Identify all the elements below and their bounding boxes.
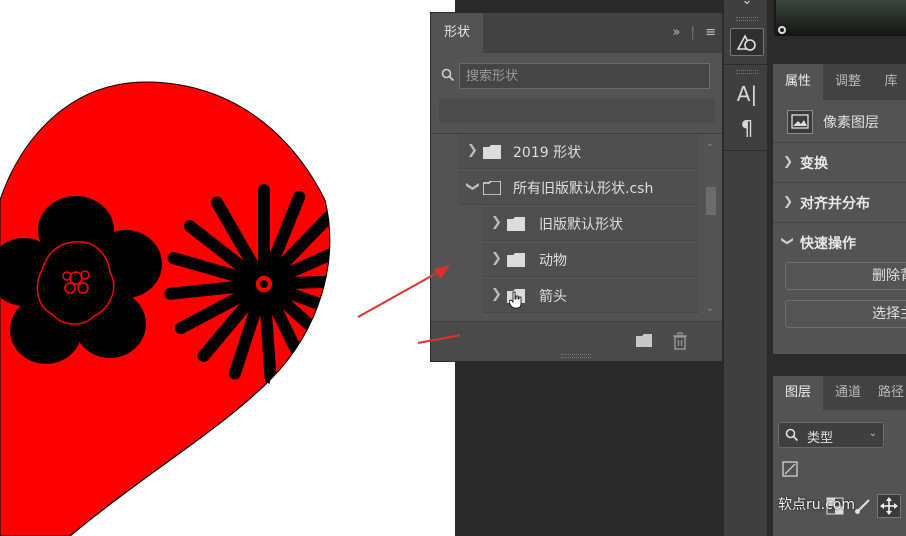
folder-icon (507, 217, 525, 231)
tab-properties[interactable]: 属性 (773, 64, 823, 100)
section-label: 快速操作 (800, 236, 856, 252)
tree-item-legacy-default[interactable]: ❯ 旧版默认形状 (483, 207, 699, 241)
character-tool-button[interactable]: A| (730, 80, 764, 108)
tab-libraries[interactable]: 库 (873, 64, 906, 100)
chevron-right-icon[interactable]: ❯ (467, 143, 478, 158)
chevron-icon: ⌄ (741, 0, 753, 8)
shape-preview-bar (439, 99, 715, 123)
search-shapes-input[interactable] (459, 63, 710, 89)
tab-paths[interactable]: 路径 (873, 376, 906, 410)
tool-separator (724, 64, 769, 65)
search-icon (441, 68, 455, 82)
tab-adjustments[interactable]: 调整 (823, 64, 873, 100)
chevron-right-icon: ❯ (783, 194, 794, 208)
collapse-panel-icon[interactable]: » (672, 25, 680, 40)
chevron-right-icon: ❯ (783, 154, 794, 168)
paragraph-icon: ¶ (740, 116, 754, 140)
tree-item-label: 动物 (539, 253, 567, 269)
folder-icon (507, 253, 525, 267)
shapes-tool-button[interactable] (730, 28, 764, 56)
move-icon (880, 497, 898, 515)
pixel-layer-icon (787, 110, 813, 134)
shapes-panel: 形状 » | ≡ ❯ 2019 形状 ❯ 所有旧版默认形状.csh ❯ 旧版默认… (430, 12, 723, 362)
section-quick-actions[interactable]: ❯ 快速操作 (773, 222, 906, 262)
tree-item-label: 所有旧版默认形状.csh (513, 181, 654, 197)
shapes-search-row (439, 63, 711, 89)
properties-tabbar: 属性 调整 库 (773, 64, 906, 100)
chevron-down-icon: ❯ (781, 235, 796, 247)
trash-icon[interactable] (671, 332, 689, 350)
hand-cursor-icon (509, 291, 522, 309)
color-picker-handle[interactable] (778, 26, 786, 34)
tool-grip[interactable] (736, 70, 758, 74)
layer-type-label: 像素图层 (823, 115, 879, 131)
panel-menu-icon[interactable]: ≡ (705, 25, 716, 40)
tree-item-label: 2019 形状 (513, 145, 582, 161)
tool-separator (724, 150, 769, 151)
paragraph-tool-button[interactable]: ¶ (730, 114, 764, 142)
section-label: 变换 (800, 156, 828, 172)
lock-transparency-icon[interactable] (781, 456, 805, 486)
scroll-up-icon[interactable]: ⌃ (703, 143, 717, 154)
chevron-down-icon[interactable]: ❯ (465, 181, 480, 192)
layers-tabbar: 图层 通道 路径 (773, 376, 906, 410)
layer-filter-select[interactable]: 类型 ⌄ (778, 422, 884, 448)
tab-channels[interactable]: 通道 (823, 376, 873, 410)
shapes-tree: ❯ 2019 形状 ❯ 所有旧版默认形状.csh ❯ 旧版默认形状 ❯ 动物 ❯… (431, 135, 699, 321)
new-group-folder-icon[interactable] (635, 332, 653, 350)
tab-shapes[interactable]: 形状 (431, 13, 483, 53)
section-transform[interactable]: ❯ 变换 (773, 142, 906, 182)
scroll-thumb[interactable] (706, 187, 716, 215)
color-picker-field[interactable] (774, 0, 906, 36)
right-panel-column: 属性 调整 库 像素图层 ❯ 变换 ❯ 对齐并分布 ❯ 快速操作 删除背 选择主… (768, 0, 906, 536)
shapes-icon (736, 34, 756, 51)
section-align-distribute[interactable]: ❯ 对齐并分布 (773, 182, 906, 222)
panel-separator: | (690, 25, 695, 40)
tree-item-legacy-csh[interactable]: ❯ 所有旧版默认形状.csh (459, 171, 699, 205)
tree-item-label: 旧版默认形状 (539, 217, 623, 233)
panel-resize-grip[interactable] (561, 354, 591, 358)
section-label: 对齐并分布 (800, 196, 870, 212)
search-icon (785, 428, 799, 442)
chevron-right-icon[interactable]: ❯ (491, 287, 502, 302)
annotation-arrows (357, 265, 460, 344)
remove-background-button[interactable]: 删除背 (785, 262, 906, 290)
panel-divider (431, 133, 722, 134)
tool-grip[interactable] (736, 17, 758, 21)
shapes-scrollbar[interactable]: ⌃ ⌄ (703, 139, 717, 319)
tree-item-animals[interactable]: ❯ 动物 (483, 243, 699, 277)
tree-item-label: 箭头 (539, 289, 567, 305)
watermark-text: 软点ru.com (778, 497, 855, 513)
open-folder-icon (483, 181, 501, 195)
tree-item-2019-shapes[interactable]: ❯ 2019 形状 (459, 135, 699, 169)
chevron-right-icon[interactable]: ❯ (491, 251, 502, 266)
tool-button-top[interactable]: ⌄ (730, 0, 764, 14)
lock-position-button[interactable] (877, 494, 901, 518)
tab-layers[interactable]: 图层 (773, 376, 823, 410)
character-icon: A| (736, 82, 758, 106)
tool-strip: ⌄ A| ¶ (723, 0, 769, 536)
folder-icon (483, 145, 501, 159)
filter-label: 类型 (807, 431, 834, 446)
scroll-down-icon[interactable]: ⌄ (703, 303, 717, 314)
chevron-down-icon: ⌄ (868, 428, 877, 439)
select-subject-button[interactable]: 选择主 (785, 300, 906, 328)
chevron-right-icon[interactable]: ❯ (491, 215, 502, 230)
properties-panel: 属性 调整 库 像素图层 ❯ 变换 ❯ 对齐并分布 ❯ 快速操作 删除背 选择主 (773, 64, 906, 354)
tree-item-arrows[interactable]: ❯ 箭头 (483, 279, 699, 313)
brush-icon (855, 499, 870, 514)
shapes-panel-tabbar: 形状 » | ≡ (431, 13, 722, 53)
